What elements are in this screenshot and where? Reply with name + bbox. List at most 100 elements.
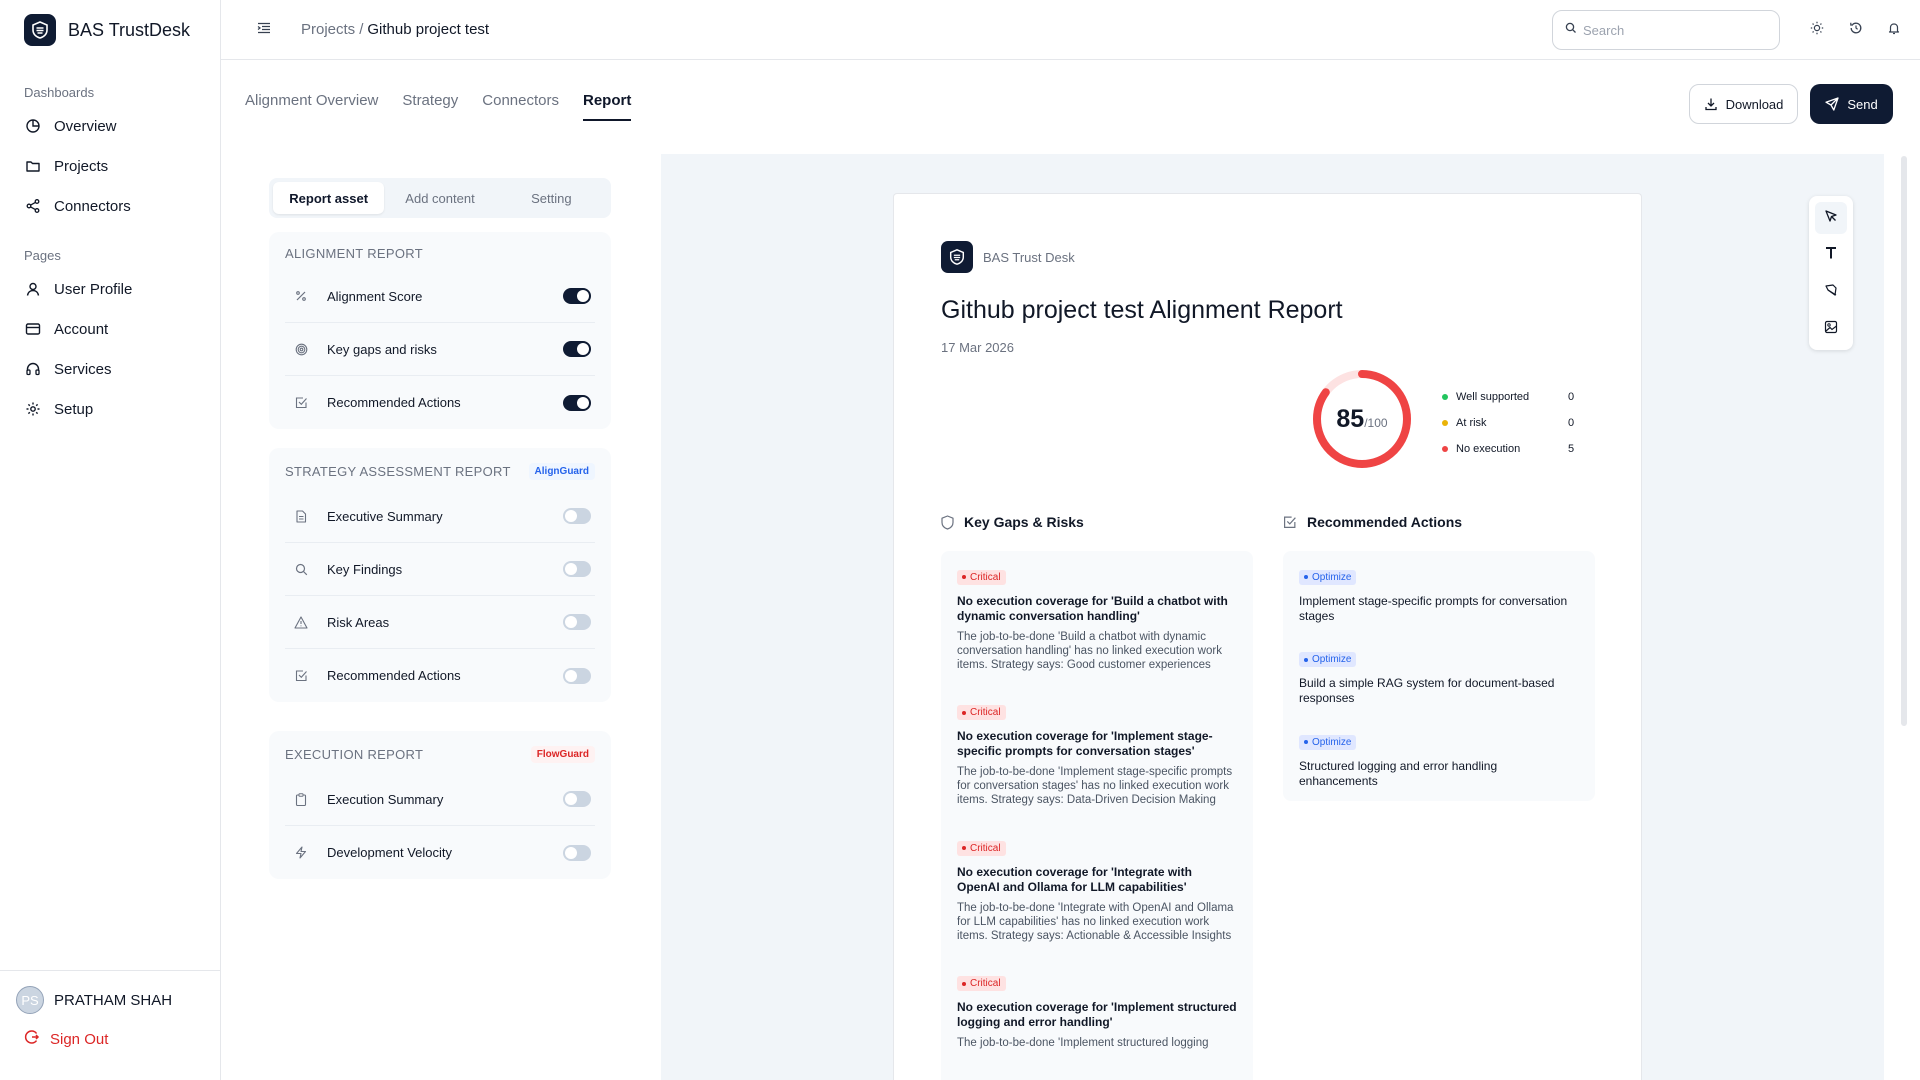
text-tool-button[interactable] (1815, 239, 1847, 271)
toggle-alignment-score[interactable] (563, 288, 591, 304)
toggle-recommended-actions[interactable] (563, 394, 591, 411)
actions-list: Optimize Implement stage-specific prompt… (1283, 551, 1595, 801)
download-button[interactable]: Download (1689, 84, 1798, 124)
checkbox-icon (293, 668, 309, 684)
sidebar-item-setup[interactable]: Setup (0, 389, 220, 429)
gap-item: Critical No execution coverage for 'Impl… (957, 672, 1237, 808)
user-profile-row[interactable]: PS PRATHAM SHAH (0, 985, 220, 1015)
breadcrumb-current: Github project test (367, 21, 490, 38)
legend-no-execution: No execution 5 (1442, 436, 1574, 462)
sidebar-item-label: Overview (54, 117, 117, 135)
legend-label: No execution (1456, 443, 1521, 455)
action-title: Implement stage-specific prompts for con… (1299, 593, 1568, 623)
sign-out-icon (24, 1029, 40, 1049)
legend-at-risk: At risk 0 (1442, 410, 1574, 436)
asset-row-alignment-score: Alignment Score (285, 270, 595, 323)
sidebar-item-connectors[interactable]: Connectors (0, 186, 220, 226)
legend-value: 0 (1568, 391, 1575, 403)
group-execution-report: EXECUTION REPORT FlowGuard Execution Sum… (269, 731, 611, 879)
nav-section-pages: Pages (24, 248, 61, 263)
sidebar: BAS TrustDesk Dashboards Overview Projec… (0, 0, 221, 1080)
critical-badge-text: Critical (970, 571, 1001, 583)
group-title-alignment-report: ALIGNMENT REPORT (285, 236, 595, 270)
sidebar-item-projects[interactable]: Projects (0, 146, 220, 186)
tab-alignment-overview[interactable]: Alignment Overview (245, 92, 378, 121)
sign-out-button[interactable]: Sign Out (0, 1029, 220, 1049)
badge-dot (962, 575, 966, 579)
action-item: Optimize Structured logging and error ha… (1299, 706, 1579, 789)
tab-report[interactable]: Report (582, 92, 632, 121)
badge-dot (1304, 575, 1308, 579)
page-scrollbar[interactable] (1894, 60, 1920, 1080)
actions-heading: Recommended Actions (1283, 514, 1462, 530)
action-title: Structured logging and error handling en… (1299, 758, 1498, 788)
report-asset-panel: Report asset Add content Setting ALIGNME… (245, 154, 661, 1080)
report-brand-name: BAS Trust Desk (983, 249, 1075, 265)
download-label: Download (1725, 96, 1784, 112)
action-title: Build a simple RAG system for document-b… (1299, 676, 1555, 705)
asset-row-recommended-actions: Recommended Actions (285, 376, 595, 429)
send-button[interactable]: Send (1810, 84, 1893, 124)
gap-description: The job-to-be-done 'Integrate with OpenA… (957, 901, 1234, 942)
toggle-execution-summary[interactable] (563, 791, 591, 807)
toggle-risk-areas[interactable] (563, 614, 591, 630)
checkbox-icon (293, 395, 309, 411)
brand[interactable]: BAS TrustDesk (0, 0, 220, 60)
notifications-button[interactable] (1883, 19, 1905, 41)
group-alignment-report: ALIGNMENT REPORT Alignment Score Key gap… (269, 232, 611, 429)
search-box[interactable] (1552, 10, 1780, 50)
asset-label: Executive Summary (327, 508, 443, 524)
pen-tool-button[interactable] (1815, 276, 1847, 308)
tab-connectors[interactable]: Connectors (482, 92, 559, 121)
breadcrumb-separator: / (359, 21, 364, 38)
sidebar-item-overview[interactable]: Overview (0, 106, 220, 146)
gap-title: No execution coverage for 'Implement str… (957, 1000, 1237, 1029)
shield-icon (941, 514, 954, 530)
asset-label: Key Findings (327, 561, 403, 577)
sign-out-label: Sign Out (50, 1030, 109, 1048)
scrollbar-thumb[interactable] (1901, 156, 1907, 726)
select-tool-button[interactable] (1815, 202, 1847, 234)
toggle-executive-summary[interactable] (563, 508, 591, 524)
badge-dot (962, 981, 966, 986)
asset-label: Alignment Score (327, 288, 423, 304)
toggle-key-gaps[interactable] (563, 341, 591, 357)
asset-row-risk-areas: Risk Areas (285, 596, 595, 649)
alignguard-badge: AlignGuard (528, 462, 595, 480)
toggle-development-velocity[interactable] (563, 844, 591, 861)
badge-dot (1304, 657, 1308, 662)
gaps-heading-text: Key Gaps & Risks (964, 514, 1084, 530)
gap-description: The job-to-be-done 'Build a chatbot with… (957, 630, 1222, 671)
segment-setting[interactable]: Setting (496, 182, 607, 214)
group-strategy-assessment-report: STRATEGY ASSESSMENT REPORT AlignGuard Ex… (269, 448, 611, 702)
share-icon (24, 197, 42, 215)
bell-icon (1887, 21, 1901, 40)
segment-report-asset[interactable]: Report asset (273, 182, 385, 214)
user-area: PS PRATHAM SHAH Sign Out (0, 970, 220, 1080)
optimize-badge-text: Optimize (1312, 571, 1352, 583)
group-title-text: EXECUTION REPORT (285, 746, 424, 762)
legend-dot-yellow (1442, 420, 1448, 426)
segment-add-content[interactable]: Add content (384, 182, 495, 214)
image-tool-button[interactable] (1815, 313, 1847, 345)
nav-section-dashboards: Dashboards (24, 85, 95, 100)
sidebar-item-services[interactable]: Services (0, 349, 220, 389)
report-tabs: Alignment Overview Strategy Connectors R… (245, 92, 655, 121)
tab-strategy[interactable]: Strategy (402, 92, 458, 121)
search-input[interactable] (1583, 22, 1763, 38)
theme-toggle-button[interactable] (1806, 19, 1828, 41)
breadcrumb-projects[interactable]: Projects (301, 21, 355, 38)
legend-value: 5 (1568, 443, 1575, 455)
toggle-strategy-recommended-actions[interactable] (563, 667, 591, 684)
critical-badge-text: Critical (970, 978, 1001, 989)
group-title-execution-report: EXECUTION REPORT FlowGuard (285, 735, 595, 773)
gap-item: Critical No execution coverage for 'Inte… (957, 807, 1237, 943)
toggle-key-findings[interactable] (563, 561, 591, 577)
sidebar-item-account[interactable]: Account (0, 309, 220, 349)
history-button[interactable] (1845, 19, 1867, 41)
download-icon (1704, 97, 1718, 111)
image-icon (1824, 320, 1838, 339)
menu-toggle-icon[interactable] (256, 20, 276, 40)
legend-value: 0 (1568, 417, 1575, 429)
sidebar-item-user-profile[interactable]: User Profile (0, 269, 220, 309)
